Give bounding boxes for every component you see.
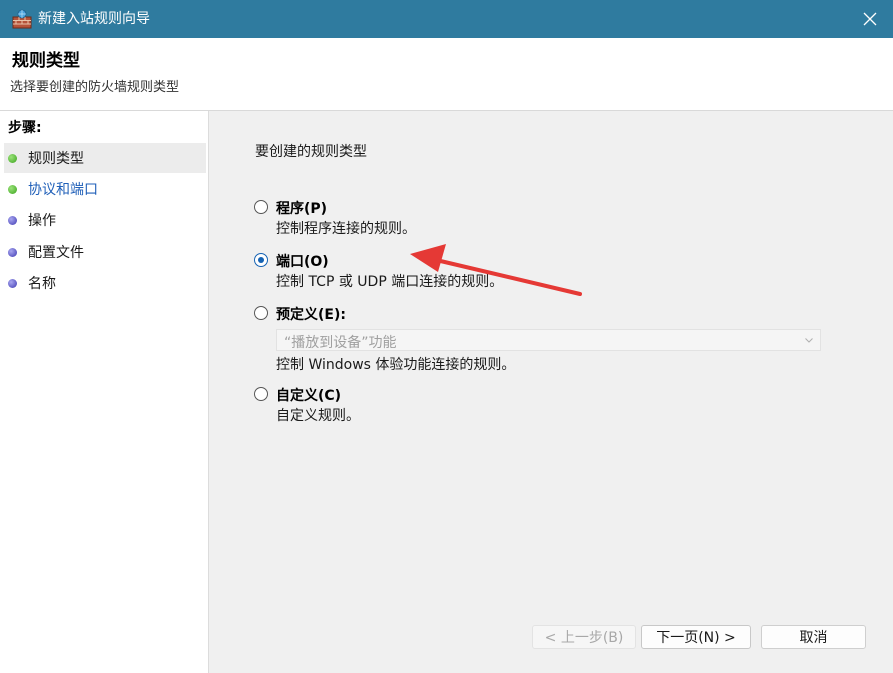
cancel-button[interactable]: 取消	[761, 625, 866, 649]
step-status-icon	[8, 153, 17, 163]
predefined-select[interactable]: “播放到设备”功能	[276, 329, 821, 351]
option-program-label[interactable]: 程序(P)	[276, 198, 327, 218]
firewall-icon	[12, 9, 32, 29]
step-profile: 配置文件	[4, 237, 206, 267]
step-status-icon	[8, 278, 17, 288]
next-button[interactable]: 下一页(N) >	[641, 625, 751, 649]
step-status-icon	[8, 215, 17, 225]
radio-program[interactable]	[254, 200, 268, 214]
option-port-desc: 控制 TCP 或 UDP 端口连接的规则。	[276, 274, 504, 290]
steps-heading: 步骤:	[8, 120, 42, 136]
step-label: 规则类型	[28, 151, 84, 167]
step-name: 名称	[4, 268, 206, 298]
rule-type-prompt: 要创建的规则类型	[255, 144, 367, 160]
step-protocol-and-ports[interactable]: 协议和端口	[4, 174, 206, 204]
step-label: 协议和端口	[28, 182, 98, 198]
close-button[interactable]	[847, 0, 893, 38]
page-subtitle: 选择要创建的防火墙规则类型	[10, 80, 180, 95]
back-button[interactable]: < 上一步(B)	[532, 625, 636, 649]
radio-predefined[interactable]	[254, 306, 268, 320]
predefined-select-value: “播放到设备”功能	[284, 335, 397, 351]
page-title: 规则类型	[12, 51, 80, 71]
option-port-label[interactable]: 端口(O)	[276, 251, 329, 271]
step-label: 操作	[28, 213, 56, 229]
wizard-header: 规则类型 选择要创建的防火墙规则类型	[0, 38, 893, 111]
title-bar: 新建入站规则向导	[0, 0, 893, 38]
step-action: 操作	[4, 205, 206, 235]
radio-custom[interactable]	[254, 387, 268, 401]
option-custom-label[interactable]: 自定义(C)	[276, 385, 341, 405]
step-label: 配置文件	[28, 245, 84, 261]
steps-panel: 步骤: 规则类型 协议和端口 操作 配置文件 名称	[0, 111, 209, 673]
wizard-body: 步骤: 规则类型 协议和端口 操作 配置文件 名称 要创建的规则类型 程序(P)…	[0, 111, 893, 673]
option-predefined-desc: 控制 Windows 体验功能连接的规则。	[276, 357, 516, 373]
step-status-icon	[8, 247, 17, 257]
step-rule-type[interactable]: 规则类型	[4, 143, 206, 173]
chevron-down-icon	[805, 338, 813, 343]
radio-port[interactable]	[254, 253, 268, 267]
option-predefined-label[interactable]: 预定义(E):	[276, 304, 346, 324]
step-status-icon	[8, 184, 17, 194]
step-label: 名称	[28, 276, 56, 292]
option-custom-desc: 自定义规则。	[276, 408, 360, 424]
close-icon	[863, 12, 877, 26]
window-title: 新建入站规则向导	[38, 11, 150, 27]
content-panel: 要创建的规则类型 程序(P) 控制程序连接的规则。 端口(O) 控制 TCP 或…	[213, 111, 893, 673]
option-program-desc: 控制程序连接的规则。	[276, 221, 416, 237]
